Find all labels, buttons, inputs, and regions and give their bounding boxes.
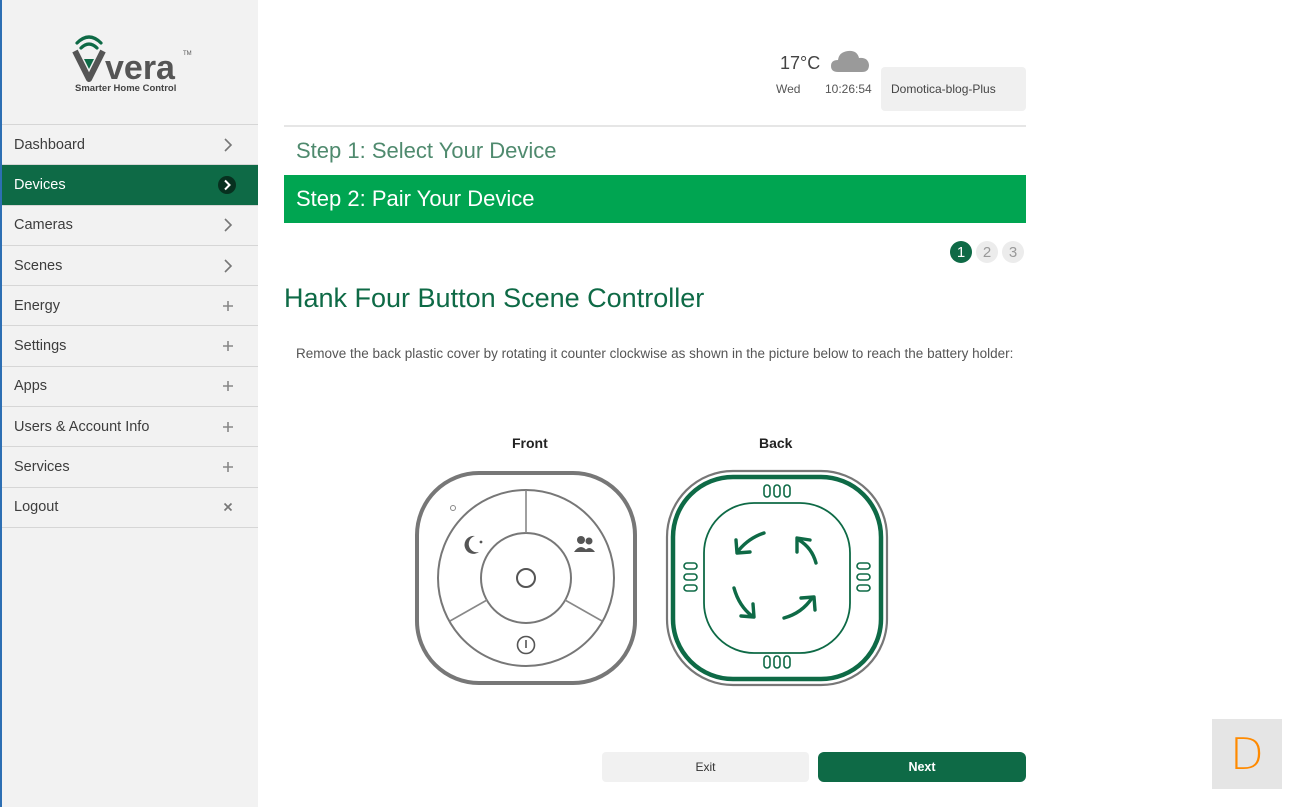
plus-icon xyxy=(220,338,236,354)
wizard-step-1[interactable]: Step 1: Select Your Device xyxy=(296,138,557,164)
sidebar-item-services[interactable]: Services xyxy=(2,447,258,488)
sidebar-item-label: Users & Account Info xyxy=(14,418,150,435)
sidebar-item-settings[interactable]: Settings xyxy=(2,326,258,367)
front-label: Front xyxy=(512,435,548,451)
vera-logo[interactable]: vera TM Smarter Home Control xyxy=(2,0,258,124)
device-front-illustration xyxy=(415,471,637,685)
sidebar-item-energy[interactable]: Energy xyxy=(2,286,258,327)
sidebar-item-label: Services xyxy=(14,459,70,476)
back-label: Back xyxy=(759,435,793,451)
wizard-step-2: Step 2: Pair Your Device xyxy=(284,175,1026,223)
sidebar-item-label: Scenes xyxy=(14,257,63,274)
substep-1: 1 xyxy=(950,241,972,263)
sidebar-item-scenes[interactable]: Scenes xyxy=(2,246,258,287)
chevron-right-icon xyxy=(220,217,236,233)
sidebar-item-devices[interactable]: Devices xyxy=(2,165,258,206)
sidebar-item-label: Settings xyxy=(14,338,67,355)
cloud-icon xyxy=(830,48,870,79)
sidebar-item-dashboard[interactable]: Dashboard xyxy=(2,125,258,166)
weather-day: Wed xyxy=(776,82,801,96)
sidebar-item-label: Logout xyxy=(14,499,59,516)
sidebar-item-label: Energy xyxy=(14,297,60,314)
substep-indicator: 1 2 3 xyxy=(950,241,1024,263)
sidebar: vera TM Smarter Home Control Dashboard D… xyxy=(0,0,258,807)
plus-icon xyxy=(220,298,236,314)
logo-trademark: TM xyxy=(183,51,192,57)
header-divider xyxy=(284,125,1026,127)
plus-icon xyxy=(220,459,236,475)
controller-name: Domotica-blog-Plus xyxy=(891,82,996,96)
sidebar-item-users-account-info[interactable]: Users & Account Info xyxy=(2,407,258,448)
chevron-right-icon xyxy=(220,137,236,153)
pairing-instruction: Remove the back plastic cover by rotatin… xyxy=(296,346,1014,361)
sidebar-item-label: Cameras xyxy=(14,217,73,234)
sidebar-item-label: Dashboard xyxy=(14,136,85,153)
substep-2: 2 xyxy=(976,241,998,263)
next-button[interactable]: Next xyxy=(818,752,1026,782)
clock-time: 10:26:54 xyxy=(825,82,872,96)
sidebar-item-apps[interactable]: Apps xyxy=(2,367,258,408)
logo-tagline: Smarter Home Control xyxy=(75,83,176,94)
sidebar-nav: Dashboard Devices Cameras Scenes Energy xyxy=(2,124,258,528)
device-back-illustration xyxy=(665,469,889,687)
close-icon xyxy=(220,499,236,515)
controller-selector[interactable]: Domotica-blog-Plus xyxy=(881,67,1026,111)
sidebar-item-logout[interactable]: Logout xyxy=(2,488,258,528)
sidebar-item-cameras[interactable]: Cameras xyxy=(2,206,258,246)
chevron-right-icon xyxy=(220,258,236,274)
exit-button[interactable]: Exit xyxy=(602,752,809,782)
chevron-right-icon xyxy=(218,175,236,194)
vera-logo-mark: vera TM Smarter Home Control xyxy=(72,35,192,94)
substep-3: 3 xyxy=(1002,241,1024,263)
device-title: Hank Four Button Scene Controller xyxy=(284,283,705,313)
wizard-step-2-label: Step 2: Pair Your Device xyxy=(296,186,535,211)
corner-badge-letter: D xyxy=(1230,728,1264,780)
weather-temperature: 17°C xyxy=(780,53,821,73)
plus-icon xyxy=(220,419,236,435)
corner-badge[interactable]: D xyxy=(1212,719,1282,789)
sidebar-item-label: Apps xyxy=(14,378,48,395)
sidebar-item-label: Devices xyxy=(14,176,66,193)
plus-icon xyxy=(220,378,236,394)
logo-wordmark: vera xyxy=(105,49,176,87)
